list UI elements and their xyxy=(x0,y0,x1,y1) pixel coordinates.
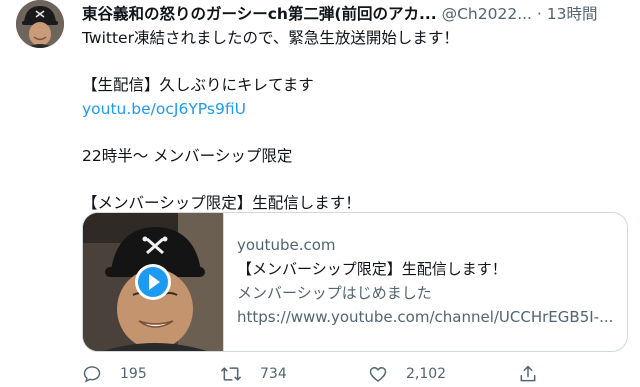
card-text[interactable]: youtube.com 【メンバーシップ限定】生配信します！ メンバーシップはじ… xyxy=(237,233,617,329)
share-button[interactable] xyxy=(518,362,538,386)
link-preview-card[interactable]: youtube.com 【メンバーシップ限定】生配信します！ メンバーシップはじ… xyxy=(82,212,628,352)
display-name[interactable]: 東谷義和の怒りのガーシーch第二弾(前回のアカ... xyxy=(82,5,437,23)
heart-icon xyxy=(369,367,387,382)
play-button-icon[interactable] xyxy=(133,262,173,302)
card-domain: youtube.com xyxy=(237,236,336,254)
timestamp[interactable]: 13時間 xyxy=(547,5,598,23)
tweet-actions: 195 734 2,102 xyxy=(82,362,630,386)
reply-icon xyxy=(83,366,101,383)
share-icon xyxy=(520,365,536,382)
reply-count: 195 xyxy=(120,366,147,382)
avatar[interactable] xyxy=(16,0,64,48)
retweet-count: 734 xyxy=(260,366,287,382)
video-thumbnail[interactable] xyxy=(83,213,224,351)
reply-button[interactable]: 195 xyxy=(82,362,147,386)
tweet-link[interactable]: youtu.be/ocJ6YPs9fiU xyxy=(82,100,246,118)
retweet-icon xyxy=(221,367,241,381)
tweet-text: Twitter凍結されましたので、緊急生放送開始します！ 【生配信】久しぶりにキ… xyxy=(82,27,622,215)
card-description: メンバーシップはじめました xyxy=(237,284,432,302)
tweet-line: 【生配信】久しぶりにキレてます xyxy=(82,76,314,94)
card-url: https://www.youtube.com/channel/UCCHrEGB… xyxy=(237,308,614,326)
like-count: 2,102 xyxy=(406,366,447,382)
tweet-line: 22時半〜 メンバーシップ限定 xyxy=(82,146,293,165)
tweet[interactable]: 東谷義和の怒りのガーシーch第二弾(前回のアカ... @Ch2022... · … xyxy=(0,0,640,387)
separator: · xyxy=(536,5,542,23)
retweet-button[interactable]: 734 xyxy=(220,362,287,386)
tweet-line: Twitter凍結されましたので、緊急生放送開始します！ xyxy=(82,29,459,47)
avatar-image xyxy=(16,0,64,48)
tweet-header: 東谷義和の怒りのガーシーch第二弾(前回のアカ... @Ch2022... · … xyxy=(82,3,630,25)
handle[interactable]: @Ch2022... xyxy=(442,5,532,23)
card-title: 【メンバーシップ限定】生配信します！ xyxy=(237,260,507,278)
like-button[interactable]: 2,102 xyxy=(368,362,446,386)
